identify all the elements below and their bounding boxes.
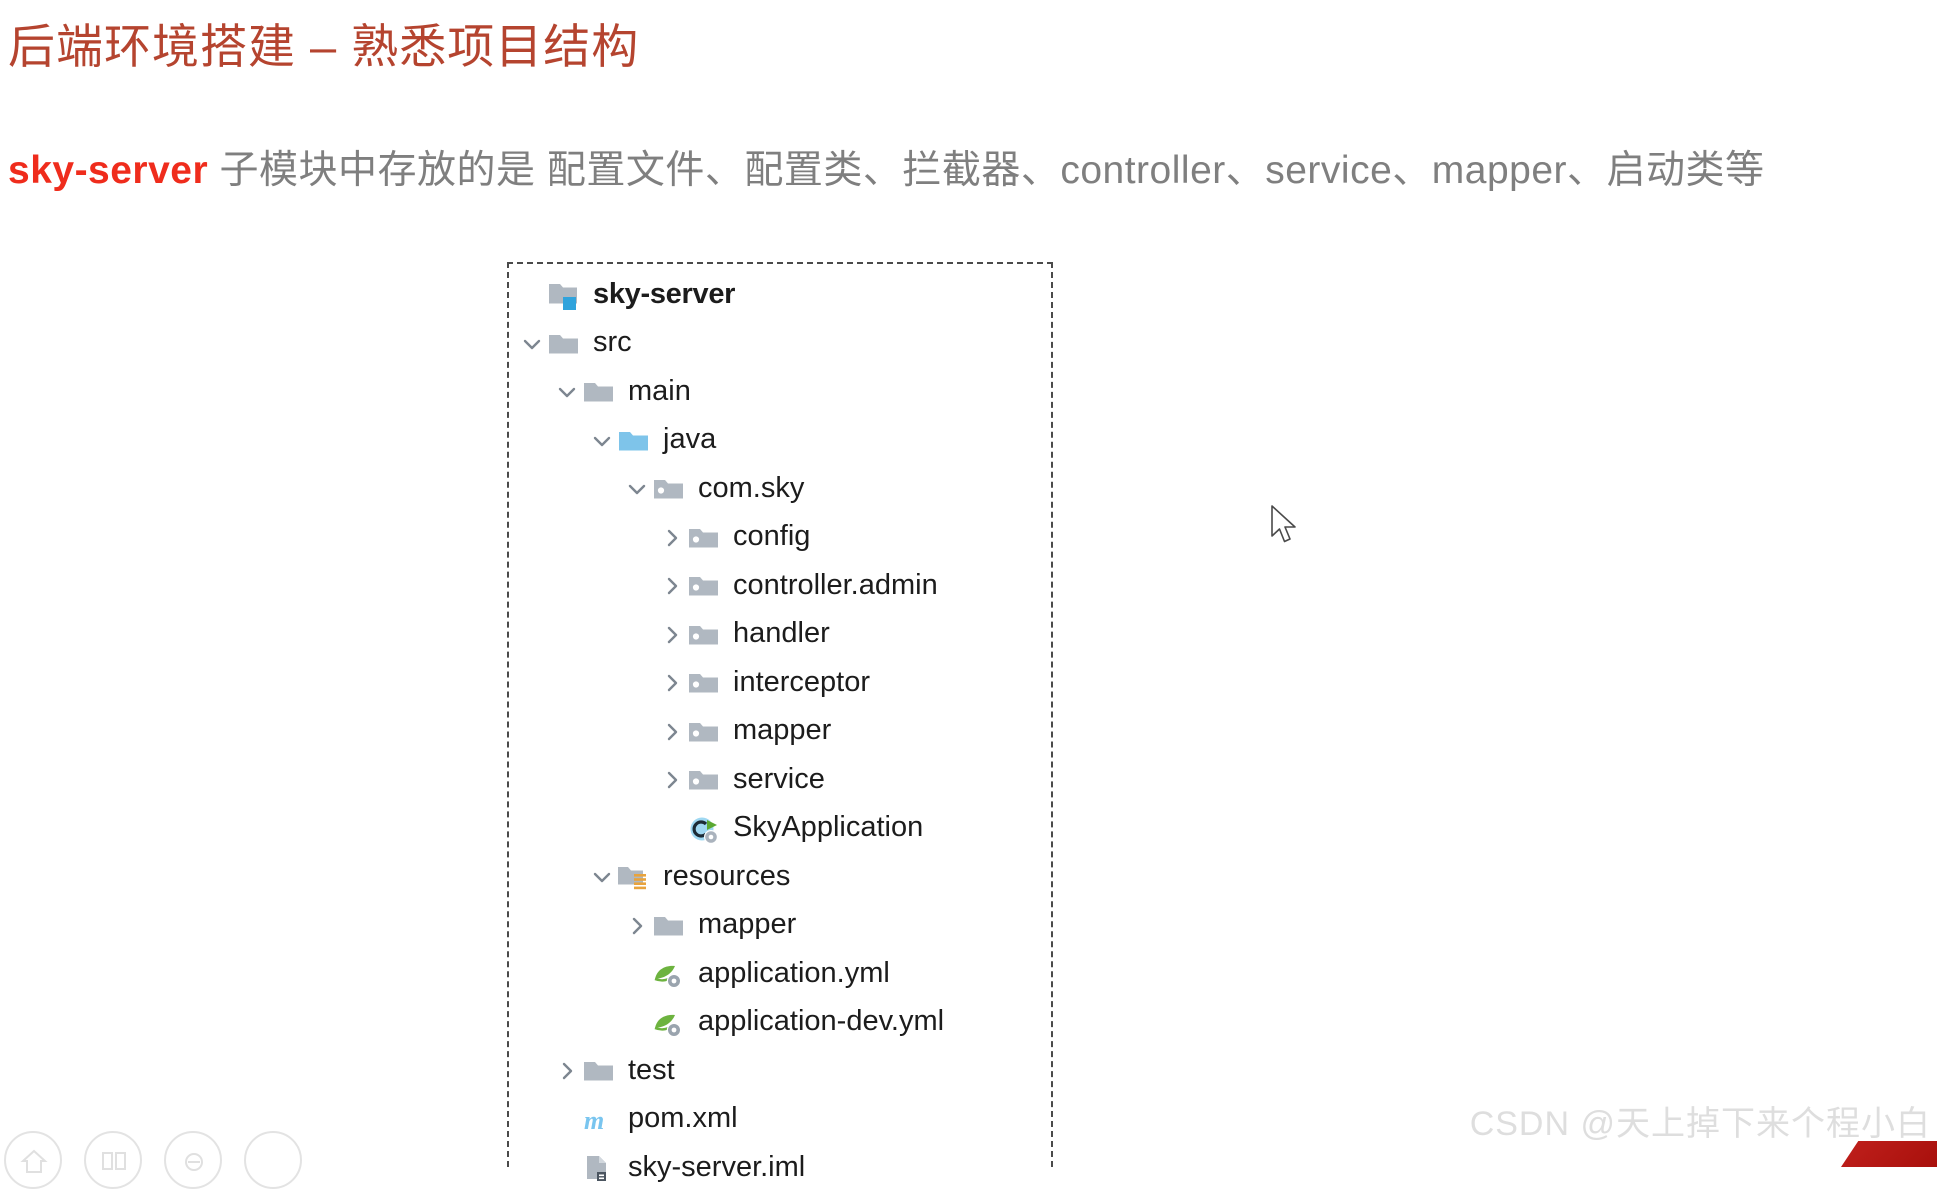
iml-file-icon	[582, 1151, 618, 1185]
package-icon	[687, 666, 723, 700]
tree-node-label: config	[733, 520, 811, 553]
chevron-right-icon[interactable]	[657, 620, 687, 650]
chevron-right-icon[interactable]	[657, 717, 687, 747]
tree-node-handler[interactable]: handler	[509, 611, 1051, 660]
corner-controls	[4, 1131, 302, 1189]
chevron-down-icon[interactable]	[622, 474, 652, 504]
tree-node-label: application.yml	[698, 956, 890, 989]
tree-node-interceptor[interactable]: interceptor	[509, 659, 1051, 708]
subtitle: sky-server 子模块中存放的是 配置文件、配置类、拦截器、control…	[8, 139, 1765, 195]
tree-node-test[interactable]: test	[509, 1047, 1051, 1096]
tree-node-label: mapper	[698, 908, 797, 941]
tree-node-label: src	[593, 326, 632, 359]
chevron-down-icon[interactable]	[587, 862, 617, 892]
folder-icon	[582, 375, 618, 409]
package-icon	[652, 472, 688, 506]
tree-node-controller-admin[interactable]: controller.admin	[509, 562, 1051, 611]
folder-icon	[547, 327, 583, 361]
subtitle-rest: 子模块中存放的是 配置文件、配置类、拦截器、controller、service…	[208, 149, 1765, 192]
source-folder-icon	[617, 424, 653, 458]
tree-node-mapper[interactable]: mapper	[509, 708, 1051, 757]
tree-node-label: java	[663, 423, 717, 456]
tree-node-label: mapper	[733, 714, 832, 747]
folder-icon	[582, 1054, 618, 1088]
project-tree: sky-server src main java com.sky config …	[509, 264, 1051, 1193]
maven-icon: m	[582, 1103, 618, 1137]
chevron-right-icon[interactable]	[657, 668, 687, 698]
tree-node-label: SkyApplication	[733, 811, 924, 844]
tree-node-com-sky[interactable]: com.sky	[509, 465, 1051, 514]
tree-node-resources[interactable]: resources	[509, 853, 1051, 902]
tree-node-label: sky-server	[593, 277, 736, 310]
spring-yaml-icon	[652, 1006, 688, 1040]
blank-icon[interactable]	[244, 1131, 302, 1189]
package-icon	[687, 569, 723, 603]
package-icon	[687, 715, 723, 749]
chevron-down-icon[interactable]	[552, 377, 582, 407]
tree-node-sky-server-iml[interactable]: sky-server.iml	[509, 1144, 1051, 1193]
tree-node-label: handler	[733, 617, 830, 650]
grid-view-icon[interactable]	[84, 1131, 142, 1189]
tree-node-label: com.sky	[698, 471, 805, 504]
page-title: 后端环境搭建 – 熟悉项目结构	[8, 20, 640, 73]
spring-yaml-icon	[652, 957, 688, 991]
tree-node-src[interactable]: src	[509, 320, 1051, 369]
package-icon	[687, 763, 723, 797]
tree-node-pom-xml[interactable]: m pom.xml	[509, 1096, 1051, 1145]
tree-node-label: sky-server.iml	[628, 1150, 806, 1183]
tree-node-label: service	[733, 762, 825, 795]
tree-node-label: interceptor	[733, 665, 871, 698]
mouse-pointer-icon	[1270, 505, 1300, 547]
tree-node-config[interactable]: config	[509, 514, 1051, 563]
tree-node-label: test	[628, 1053, 675, 1086]
tree-node-label: resources	[663, 859, 791, 892]
subtitle-highlight: sky-server	[8, 149, 209, 192]
package-icon	[687, 521, 723, 555]
chevron-down-icon[interactable]	[517, 329, 547, 359]
tree-node-label: controller.admin	[733, 568, 938, 601]
module-folder-icon	[547, 278, 583, 312]
resources-folder-icon	[617, 860, 653, 894]
java-class-run-icon	[687, 812, 723, 846]
tree-node-label: main	[628, 374, 691, 407]
tree-node-skyapplication[interactable]: SkyApplication	[509, 805, 1051, 854]
tree-node-sky-server[interactable]: sky-server	[509, 271, 1051, 320]
package-icon	[687, 618, 723, 652]
tree-node-mapper[interactable]: mapper	[509, 902, 1051, 951]
tree-node-java[interactable]: java	[509, 417, 1051, 466]
watermark-text: CSDN @天上掉下来个程小白	[1469, 1105, 1931, 1143]
chevron-right-icon[interactable]	[657, 571, 687, 601]
tree-node-label: application-dev.yml	[698, 1005, 945, 1038]
chevron-right-icon[interactable]	[622, 911, 652, 941]
tree-node-main[interactable]: main	[509, 368, 1051, 417]
chevron-right-icon[interactable]	[552, 1056, 582, 1086]
project-tree-panel: sky-server src main java com.sky config …	[507, 262, 1053, 1182]
tree-node-application-yml[interactable]: application.yml	[509, 950, 1051, 999]
tree-node-service[interactable]: service	[509, 756, 1051, 805]
tree-node-application-dev-yml[interactable]: application-dev.yml	[509, 999, 1051, 1048]
folder-icon	[652, 909, 688, 943]
chevron-right-icon[interactable]	[657, 523, 687, 553]
home-icon[interactable]	[4, 1131, 62, 1189]
pen-icon[interactable]	[164, 1131, 222, 1189]
tree-node-label: pom.xml	[628, 1102, 738, 1135]
chevron-down-icon[interactable]	[587, 426, 617, 456]
svg-text:m: m	[584, 1106, 604, 1135]
chevron-right-icon[interactable]	[657, 765, 687, 795]
